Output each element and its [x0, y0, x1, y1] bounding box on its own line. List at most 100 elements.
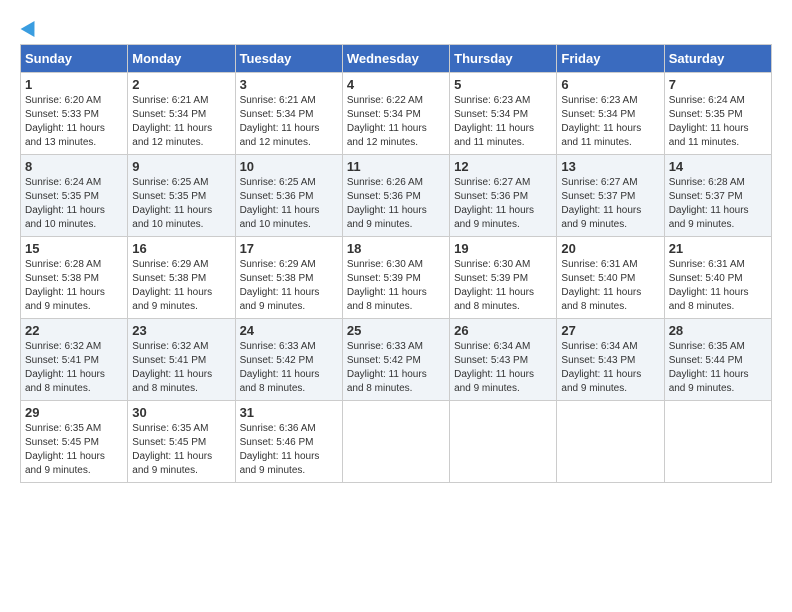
day-number: 2 — [132, 77, 230, 92]
day-number: 24 — [240, 323, 338, 338]
day-number: 25 — [347, 323, 445, 338]
logo-icon — [21, 17, 42, 37]
day-number: 27 — [561, 323, 659, 338]
calendar-week-row: 15 Sunrise: 6:28 AM Sunset: 5:38 PM Dayli… — [21, 237, 772, 319]
table-row — [450, 401, 557, 483]
day-info: Sunrise: 6:21 AM Sunset: 5:34 PM Dayligh… — [132, 94, 230, 150]
day-number: 20 — [561, 241, 659, 256]
day-info: Sunrise: 6:30 AM Sunset: 5:39 PM Dayligh… — [347, 258, 445, 314]
day-info: Sunrise: 6:27 AM Sunset: 5:37 PM Dayligh… — [561, 176, 659, 232]
table-row: 12 Sunrise: 6:27 AM Sunset: 5:36 PM Dayli… — [450, 155, 557, 237]
day-number: 9 — [132, 159, 230, 174]
table-row: 19 Sunrise: 6:30 AM Sunset: 5:39 PM Dayli… — [450, 237, 557, 319]
calendar: SundayMondayTuesdayWednesdayThursdayFrid… — [20, 44, 772, 483]
day-info: Sunrise: 6:31 AM Sunset: 5:40 PM Dayligh… — [669, 258, 767, 314]
table-row: 8 Sunrise: 6:24 AM Sunset: 5:35 PM Daylig… — [21, 155, 128, 237]
day-number: 26 — [454, 323, 552, 338]
day-info: Sunrise: 6:21 AM Sunset: 5:34 PM Dayligh… — [240, 94, 338, 150]
day-number: 28 — [669, 323, 767, 338]
table-row: 27 Sunrise: 6:34 AM Sunset: 5:43 PM Dayli… — [557, 319, 664, 401]
table-row — [342, 401, 449, 483]
day-number: 16 — [132, 241, 230, 256]
day-number: 7 — [669, 77, 767, 92]
day-info: Sunrise: 6:31 AM Sunset: 5:40 PM Dayligh… — [561, 258, 659, 314]
table-row: 28 Sunrise: 6:35 AM Sunset: 5:44 PM Dayli… — [664, 319, 771, 401]
logo — [20, 20, 39, 34]
day-number: 1 — [25, 77, 123, 92]
day-info: Sunrise: 6:25 AM Sunset: 5:36 PM Dayligh… — [240, 176, 338, 232]
table-row — [664, 401, 771, 483]
day-info: Sunrise: 6:35 AM Sunset: 5:44 PM Dayligh… — [669, 340, 767, 396]
day-info: Sunrise: 6:35 AM Sunset: 5:45 PM Dayligh… — [132, 422, 230, 478]
table-row — [557, 401, 664, 483]
day-number: 8 — [25, 159, 123, 174]
table-row: 11 Sunrise: 6:26 AM Sunset: 5:36 PM Dayli… — [342, 155, 449, 237]
day-number: 12 — [454, 159, 552, 174]
table-row: 22Sunrise: 6:32 AM Sunset: 5:41 PM Dayli… — [21, 319, 128, 401]
day-number: 19 — [454, 241, 552, 256]
day-info: Sunrise: 6:27 AM Sunset: 5:36 PM Dayligh… — [454, 176, 552, 232]
table-row: 17 Sunrise: 6:29 AM Sunset: 5:38 PM Dayli… — [235, 237, 342, 319]
day-number: 11 — [347, 159, 445, 174]
day-number: 31 — [240, 405, 338, 420]
day-info: Sunrise: 6:36 AM Sunset: 5:46 PM Dayligh… — [240, 422, 338, 478]
day-number: 3 — [240, 77, 338, 92]
day-info: Sunrise: 6:35 AM Sunset: 5:45 PM Dayligh… — [25, 422, 123, 478]
day-number: 5 — [454, 77, 552, 92]
header — [20, 20, 772, 34]
day-info: Sunrise: 6:34 AM Sunset: 5:43 PM Dayligh… — [454, 340, 552, 396]
table-row: 2 Sunrise: 6:21 AM Sunset: 5:34 PM Daylig… — [128, 73, 235, 155]
calendar-week-row: 29Sunrise: 6:35 AM Sunset: 5:45 PM Dayli… — [21, 401, 772, 483]
day-info: Sunrise: 6:26 AM Sunset: 5:36 PM Dayligh… — [347, 176, 445, 232]
table-row: 23 Sunrise: 6:32 AM Sunset: 5:41 PM Dayli… — [128, 319, 235, 401]
calendar-header-thursday: Thursday — [450, 45, 557, 73]
day-info: Sunrise: 6:29 AM Sunset: 5:38 PM Dayligh… — [240, 258, 338, 314]
day-info: Sunrise: 6:25 AM Sunset: 5:35 PM Dayligh… — [132, 176, 230, 232]
table-row: 10 Sunrise: 6:25 AM Sunset: 5:36 PM Dayli… — [235, 155, 342, 237]
day-info: Sunrise: 6:34 AM Sunset: 5:43 PM Dayligh… — [561, 340, 659, 396]
table-row: 7 Sunrise: 6:24 AM Sunset: 5:35 PM Daylig… — [664, 73, 771, 155]
table-row: 5 Sunrise: 6:23 AM Sunset: 5:34 PM Daylig… — [450, 73, 557, 155]
table-row: 4Sunrise: 6:22 AM Sunset: 5:34 PM Daylig… — [342, 73, 449, 155]
day-info: Sunrise: 6:22 AM Sunset: 5:34 PM Dayligh… — [347, 94, 445, 150]
table-row: 21 Sunrise: 6:31 AM Sunset: 5:40 PM Dayli… — [664, 237, 771, 319]
day-info: Sunrise: 6:32 AM Sunset: 5:41 PM Dayligh… — [132, 340, 230, 396]
day-number: 10 — [240, 159, 338, 174]
table-row: 26 Sunrise: 6:34 AM Sunset: 5:43 PM Dayli… — [450, 319, 557, 401]
day-info: Sunrise: 6:28 AM Sunset: 5:38 PM Dayligh… — [25, 258, 123, 314]
calendar-body: 1 Sunrise: 6:20 AM Sunset: 5:33 PM Daylig… — [21, 73, 772, 483]
day-number: 14 — [669, 159, 767, 174]
table-row: 9 Sunrise: 6:25 AM Sunset: 5:35 PM Daylig… — [128, 155, 235, 237]
day-number: 17 — [240, 241, 338, 256]
calendar-header-row: SundayMondayTuesdayWednesdayThursdayFrid… — [21, 45, 772, 73]
day-info: Sunrise: 6:23 AM Sunset: 5:34 PM Dayligh… — [561, 94, 659, 150]
table-row: 16 Sunrise: 6:29 AM Sunset: 5:38 PM Dayli… — [128, 237, 235, 319]
day-number: 6 — [561, 77, 659, 92]
day-number: 22 — [25, 323, 123, 338]
table-row: 29Sunrise: 6:35 AM Sunset: 5:45 PM Dayli… — [21, 401, 128, 483]
day-info: Sunrise: 6:33 AM Sunset: 5:42 PM Dayligh… — [347, 340, 445, 396]
day-number: 23 — [132, 323, 230, 338]
day-number: 18 — [347, 241, 445, 256]
table-row: 20 Sunrise: 6:31 AM Sunset: 5:40 PM Dayli… — [557, 237, 664, 319]
day-number: 21 — [669, 241, 767, 256]
day-number: 30 — [132, 405, 230, 420]
calendar-header-sunday: Sunday — [21, 45, 128, 73]
calendar-header-tuesday: Tuesday — [235, 45, 342, 73]
day-info: Sunrise: 6:24 AM Sunset: 5:35 PM Dayligh… — [669, 94, 767, 150]
day-info: Sunrise: 6:23 AM Sunset: 5:34 PM Dayligh… — [454, 94, 552, 150]
table-row: 1 Sunrise: 6:20 AM Sunset: 5:33 PM Daylig… — [21, 73, 128, 155]
calendar-header-monday: Monday — [128, 45, 235, 73]
day-number: 15 — [25, 241, 123, 256]
day-info: Sunrise: 6:24 AM Sunset: 5:35 PM Dayligh… — [25, 176, 123, 232]
day-info: Sunrise: 6:33 AM Sunset: 5:42 PM Dayligh… — [240, 340, 338, 396]
table-row: 18 Sunrise: 6:30 AM Sunset: 5:39 PM Dayli… — [342, 237, 449, 319]
day-info: Sunrise: 6:29 AM Sunset: 5:38 PM Dayligh… — [132, 258, 230, 314]
table-row: 30 Sunrise: 6:35 AM Sunset: 5:45 PM Dayli… — [128, 401, 235, 483]
calendar-header-friday: Friday — [557, 45, 664, 73]
day-info: Sunrise: 6:30 AM Sunset: 5:39 PM Dayligh… — [454, 258, 552, 314]
day-info: Sunrise: 6:20 AM Sunset: 5:33 PM Dayligh… — [25, 94, 123, 150]
table-row: 25 Sunrise: 6:33 AM Sunset: 5:42 PM Dayli… — [342, 319, 449, 401]
table-row: 24 Sunrise: 6:33 AM Sunset: 5:42 PM Dayli… — [235, 319, 342, 401]
table-row: 6 Sunrise: 6:23 AM Sunset: 5:34 PM Daylig… — [557, 73, 664, 155]
